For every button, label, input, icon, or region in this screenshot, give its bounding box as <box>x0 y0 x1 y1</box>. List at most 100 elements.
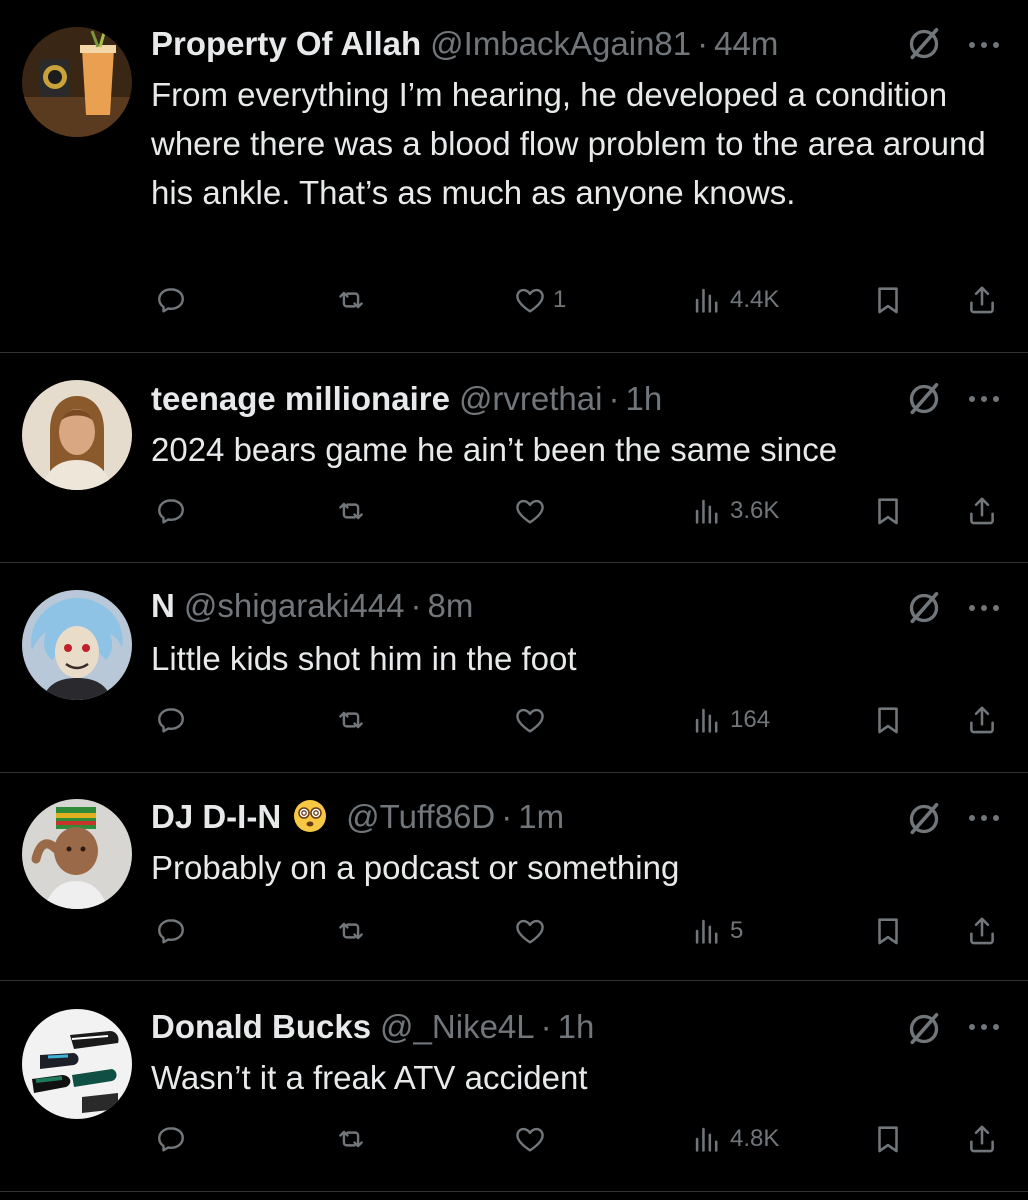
tweet-header: Donald Bucks @_Nike4L · 1h <box>151 1005 594 1049</box>
like-button[interactable] <box>513 700 553 740</box>
bookmark-button[interactable] <box>871 1119 905 1159</box>
reply-button[interactable] <box>154 491 188 531</box>
timestamp[interactable]: 1h <box>558 1008 595 1045</box>
avatar[interactable] <box>22 590 132 700</box>
repost-icon <box>334 914 368 948</box>
tweet-item[interactable]: Donald Bucks @_Nike4L · 1h Wasn’t it a frea… <box>0 981 1028 1191</box>
display-name[interactable]: teenage millionaire <box>151 380 450 417</box>
display-name[interactable]: DJ D-I-N <box>151 798 281 835</box>
tweet-item[interactable]: DJ D-I-N @Tuff86D · 1m Probably on a podca… <box>0 773 1028 980</box>
grok-icon[interactable] <box>904 799 944 839</box>
share-button[interactable] <box>965 491 999 531</box>
tweet-actions: 164 <box>0 700 1028 740</box>
share-icon <box>965 494 999 528</box>
more-icon[interactable] <box>965 38 1003 52</box>
views-button[interactable]: 4.8K <box>690 1119 779 1159</box>
reply-icon <box>154 1122 188 1156</box>
like-button[interactable]: 1 <box>513 280 566 320</box>
tweet-actions: 4.8K <box>0 1119 1028 1159</box>
share-button[interactable] <box>965 700 999 740</box>
bookmark-button[interactable] <box>871 280 905 320</box>
tweet-actions: 3.6K <box>0 491 1028 531</box>
repost-button[interactable] <box>334 700 368 740</box>
heart-icon <box>513 914 547 948</box>
tweet-item[interactable]: N @shigaraki444 · 8m Little kids shot him i… <box>0 563 1028 772</box>
user-handle[interactable]: @rvrethai <box>459 380 603 417</box>
tweet-item[interactable]: Property Of Allah @ImbackAgain81 · 44m From… <box>0 0 1028 352</box>
user-handle[interactable]: @_Nike4L <box>380 1008 535 1045</box>
tweet-text: Probably on a podcast or something <box>151 849 680 886</box>
timestamp[interactable]: 44m <box>714 25 778 62</box>
share-icon <box>965 703 999 737</box>
avatar[interactable] <box>22 799 132 909</box>
avatar-man-photo <box>22 380 132 490</box>
repost-button[interactable] <box>334 911 368 951</box>
avatar[interactable] <box>22 1009 132 1119</box>
timestamp[interactable]: 8m <box>427 587 473 624</box>
repost-icon <box>334 494 368 528</box>
reply-button[interactable] <box>154 700 188 740</box>
more-icon[interactable] <box>965 1020 1003 1034</box>
heart-icon <box>513 494 547 528</box>
reply-button[interactable] <box>154 911 188 951</box>
avatar-sneakers-photo <box>22 1009 132 1119</box>
user-handle[interactable]: @shigaraki444 <box>184 587 405 624</box>
grok-icon[interactable] <box>904 588 944 628</box>
tweet-header: Property Of Allah @ImbackAgain81 · 44m <box>151 22 778 66</box>
grok-icon[interactable] <box>904 1009 944 1049</box>
like-button[interactable] <box>513 911 553 951</box>
tweet-text: Little kids shot him in the foot <box>151 640 577 677</box>
bookmark-icon <box>871 914 905 948</box>
avatar[interactable] <box>22 380 132 490</box>
heart-icon <box>513 1122 547 1156</box>
views-icon <box>690 703 724 737</box>
like-button[interactable] <box>513 491 553 531</box>
user-handle[interactable]: @Tuff86D <box>346 798 495 835</box>
views-icon <box>690 1122 724 1156</box>
tweet-item[interactable]: teenage millionaire @rvrethai · 1h 2024 bea… <box>0 353 1028 562</box>
reply-button[interactable] <box>154 1119 188 1159</box>
display-name[interactable]: Donald Bucks <box>151 1008 371 1045</box>
more-icon[interactable] <box>965 392 1003 406</box>
more-icon[interactable] <box>965 811 1003 825</box>
tweet-text: From everything I’m hearing, he develope… <box>151 76 986 211</box>
views-button[interactable]: 5 <box>690 911 743 951</box>
repost-button[interactable] <box>334 280 368 320</box>
bookmark-button[interactable] <box>871 911 905 951</box>
views-button[interactable]: 3.6K <box>690 491 779 531</box>
tweet-actions: 5 <box>0 911 1028 951</box>
grok-icon[interactable] <box>904 379 944 419</box>
bookmark-icon <box>871 494 905 528</box>
tweet-header: N @shigaraki444 · 8m <box>151 584 473 628</box>
share-button[interactable] <box>965 911 999 951</box>
view-count: 5 <box>730 917 744 944</box>
reply-icon <box>154 914 188 948</box>
repost-button[interactable] <box>334 491 368 531</box>
display-name[interactable]: Property Of Allah <box>151 25 421 62</box>
views-button[interactable]: 4.4K <box>690 280 779 320</box>
share-button[interactable] <box>965 1119 999 1159</box>
share-icon <box>965 1122 999 1156</box>
display-name[interactable]: N <box>151 587 175 624</box>
view-count: 3.6K <box>730 497 780 524</box>
views-button[interactable]: 164 <box>690 700 770 740</box>
heart-icon <box>513 703 547 737</box>
tweet-actions: 1 4.4K <box>0 280 1028 320</box>
separator-dot: · <box>410 587 422 624</box>
reply-button[interactable] <box>154 280 188 320</box>
share-button[interactable] <box>965 280 999 320</box>
tweet-header: DJ D-I-N @Tuff86D · 1m <box>151 795 564 839</box>
like-button[interactable] <box>513 1119 553 1159</box>
bookmark-button[interactable] <box>871 491 905 531</box>
bookmark-button[interactable] <box>871 700 905 740</box>
repost-icon <box>334 283 368 317</box>
timestamp[interactable]: 1m <box>518 798 564 835</box>
views-icon <box>690 494 724 528</box>
grok-icon[interactable] <box>904 24 944 64</box>
user-handle[interactable]: @ImbackAgain81 <box>430 25 691 62</box>
timestamp[interactable]: 1h <box>625 380 662 417</box>
more-icon[interactable] <box>965 601 1003 615</box>
avatar[interactable] <box>22 27 132 137</box>
repost-button[interactable] <box>334 1119 368 1159</box>
reply-icon <box>154 283 188 317</box>
